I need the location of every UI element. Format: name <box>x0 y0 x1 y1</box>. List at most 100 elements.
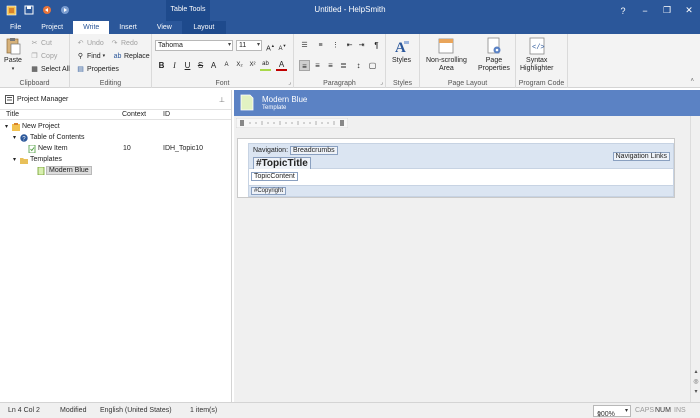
ruler-scale <box>235 117 349 129</box>
page-layout-group-label: Page Layout <box>447 80 488 87</box>
strikethrough-button[interactable]: S <box>195 60 206 71</box>
tab-layout[interactable]: Layout <box>181 21 226 34</box>
minimize-button[interactable]: − <box>634 0 656 21</box>
restore-button[interactable]: ❐ <box>656 0 678 21</box>
tab-view[interactable]: View <box>147 21 182 34</box>
column-title[interactable]: Title <box>6 111 19 118</box>
properties-icon: ▤ <box>77 66 84 73</box>
font-color-button[interactable]: A <box>276 60 287 71</box>
column-id[interactable]: ID <box>163 111 170 118</box>
ruler[interactable] <box>235 117 349 129</box>
clipboard-group-label: Clipboard <box>19 80 50 87</box>
right-indent-marker-icon <box>340 120 344 126</box>
collapse-ribbon-icon[interactable]: ˄ <box>690 78 694 84</box>
non-scrolling-area-button[interactable]: Non-scrolling Area <box>426 37 467 73</box>
align-right-icon[interactable]: ≡ <box>325 60 336 71</box>
project-tree: ▾ New Project ▾ ? Table of Contents New … <box>0 120 231 177</box>
tree-item-label: New Project <box>22 123 60 130</box>
copy-button[interactable]: ❐ Copy <box>30 51 57 61</box>
navigation-area[interactable]: Navigation: Breadcrumbs #TopicTitle Navi… <box>248 143 674 170</box>
tree-item-table-of-contents[interactable]: ▾ ? Table of Contents <box>0 133 231 144</box>
expand-arrow-icon[interactable]: ▾ <box>5 123 8 130</box>
footer-area[interactable]: #Copyright <box>248 185 674 197</box>
copy-label: Copy <box>41 52 58 60</box>
tab-write[interactable]: Write <box>73 21 110 34</box>
content-area[interactable]: TopicContent <box>248 169 674 185</box>
properties-button[interactable]: ▤ Properties <box>76 64 119 74</box>
template-page[interactable]: Navigation: Breadcrumbs #TopicTitle Navi… <box>237 138 675 198</box>
styles-icon: A <box>395 40 409 55</box>
align-center-icon[interactable]: ≡ <box>312 60 323 71</box>
tab-file[interactable]: File <box>0 21 31 34</box>
code-icon: </> <box>529 37 544 55</box>
editing-group-label: Editing <box>99 80 122 87</box>
ribbon-tabs: File Project Write Insert View Layout <box>0 21 700 34</box>
close-button[interactable]: ✕ <box>678 0 700 21</box>
scroll-down-icon[interactable]: ▾ <box>692 388 700 396</box>
browse-object-icon[interactable]: ◎ <box>692 378 700 386</box>
grow-font-icon[interactable]: A▲ <box>265 40 276 52</box>
undo-button[interactable]: ↶ Undo <box>76 38 104 48</box>
column-context[interactable]: Context <box>122 111 146 118</box>
subscript-button[interactable]: X₂ <box>234 60 245 71</box>
tree-item-new-item[interactable]: New Item 10 IDH_Topic10 <box>0 144 231 155</box>
navigation-label: Navigation: <box>253 147 289 154</box>
syntax-highlighter-button[interactable]: </> Syntax Highlighter <box>520 37 553 73</box>
bold-button[interactable]: B <box>156 60 167 71</box>
vertical-scrollbar[interactable]: ▴ ◎ ▾ <box>690 116 700 402</box>
breadcrumbs-field[interactable]: Breadcrumbs <box>289 146 338 155</box>
paste-button[interactable]: Paste ▾ <box>4 37 22 73</box>
font-dialog-launcher-icon[interactable]: ⌟ <box>288 79 291 86</box>
find-button[interactable]: ⚲ Find ▾ <box>76 51 105 61</box>
multilevel-list-icon[interactable]: ⋮ <box>330 40 341 51</box>
shrink-font-icon[interactable]: A▼ <box>277 40 288 52</box>
tab-insert[interactable]: Insert <box>109 21 147 34</box>
scroll-up-icon[interactable]: ▴ <box>692 368 700 376</box>
styles-button[interactable]: A Styles <box>392 37 411 65</box>
navigation-line: Navigation: Breadcrumbs <box>253 146 338 155</box>
font-name-combo[interactable]: Tahoma ▾ <box>155 40 233 51</box>
redo-button[interactable]: ↷ Redo <box>110 38 138 48</box>
navigation-links-field[interactable]: Navigation Links <box>612 152 670 161</box>
increase-indent-icon[interactable]: ⇥ <box>356 40 367 51</box>
replace-button[interactable]: ab Replace <box>113 51 150 61</box>
numbering-icon[interactable]: ≡ <box>315 40 326 51</box>
decrease-indent-icon[interactable]: ⇤ <box>344 40 355 51</box>
font-size-combo[interactable]: 11 ▾ <box>236 40 262 51</box>
page-properties-button[interactable]: Page Properties <box>478 37 510 73</box>
program-code-group: </> Syntax Highlighter Program Code <box>516 34 568 88</box>
project-manager-header: Project Manager ⊥ <box>0 90 231 110</box>
tree-item-new-project[interactable]: ▾ New Project <box>0 122 231 133</box>
tree-item-label: Modern Blue <box>46 166 92 175</box>
pin-icon[interactable]: ⊥ <box>219 96 225 104</box>
paragraph-dialog-launcher-icon[interactable]: ⌟ <box>380 79 383 86</box>
caps-button[interactable]: A <box>208 60 219 71</box>
help-icon[interactable]: ? <box>612 0 634 21</box>
topic-content-field[interactable]: TopicContent <box>251 172 298 181</box>
expand-arrow-icon[interactable]: ▾ <box>13 134 16 141</box>
expand-arrow-icon[interactable]: ▾ <box>13 156 16 163</box>
tree-item-id: IDH_Topic10 <box>163 145 204 152</box>
small-caps-button[interactable]: A <box>221 60 232 71</box>
pilcrow-icon[interactable]: ¶ <box>371 40 382 51</box>
copyright-field[interactable]: #Copyright <box>251 187 287 195</box>
zoom-combo[interactable]: ⚲ 100% ▾ <box>593 405 631 418</box>
non-scrolling-area-icon <box>439 38 454 54</box>
tab-project[interactable]: Project <box>31 21 73 34</box>
line-spacing-icon[interactable]: ↕ <box>353 60 364 71</box>
align-left-icon[interactable]: ≡ <box>299 60 310 71</box>
cut-button[interactable]: ✂ Cut <box>30 38 52 48</box>
styles-group-label: Styles <box>392 80 413 87</box>
ribbon: Paste ▾ ✂ Cut ❐ Copy ▦ Select All Clipbo… <box>0 34 700 88</box>
borders-icon[interactable]: ▢ <box>367 60 378 71</box>
superscript-button[interactable]: X² <box>247 60 258 71</box>
bullets-icon[interactable]: ☰ <box>299 40 310 51</box>
tree-item-modern-blue[interactable]: Modern Blue <box>0 166 231 177</box>
italic-button[interactable]: I <box>169 60 180 71</box>
document-language[interactable]: English (United States) <box>100 407 172 414</box>
select-all-button[interactable]: ▦ Select All <box>30 64 70 74</box>
justify-icon[interactable]: ≣ <box>338 60 349 71</box>
tree-item-templates[interactable]: ▾ Templates <box>0 155 231 166</box>
highlight-button[interactable]: ab <box>260 60 271 71</box>
underline-button[interactable]: U <box>182 60 193 71</box>
